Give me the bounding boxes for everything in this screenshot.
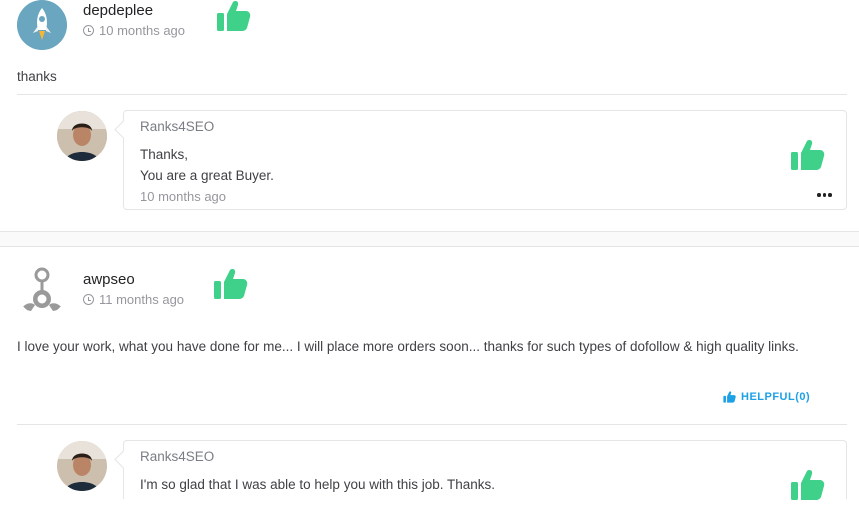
seller-reply: Ranks4SEO Thanks, You are a great Buyer.… <box>123 110 847 210</box>
reviewer-avatar[interactable] <box>17 265 67 315</box>
review-time: 11 months ago <box>83 292 184 307</box>
review-text: thanks <box>17 69 57 84</box>
seller-avatar[interactable] <box>57 111 107 161</box>
thumbs-up-icon[interactable] <box>216 0 251 37</box>
helpful-button[interactable]: HELPFUL(0) <box>723 391 810 403</box>
seller-photo <box>57 441 107 491</box>
seller-reply: Ranks4SEO I'm so glad that I was able to… <box>123 440 847 500</box>
clock-icon <box>83 25 94 36</box>
thumbs-up-icon[interactable] <box>790 469 825 506</box>
review-text: I love your work, what you have done for… <box>17 339 799 354</box>
thumbs-up-icon <box>723 391 736 403</box>
reply-text-line: I'm so glad that I was able to help you … <box>140 477 496 492</box>
reply-text-line: You are a great Buyer. <box>140 168 274 183</box>
person-placeholder-icon <box>17 265 67 315</box>
rocket-icon <box>17 0 67 50</box>
review-separator <box>0 231 859 247</box>
reviewer-username[interactable]: depdeplee <box>83 2 153 19</box>
helpful-label: HELPFUL(0) <box>741 391 811 403</box>
reviewer-avatar[interactable] <box>17 0 67 50</box>
divider <box>17 424 847 425</box>
seller-name[interactable]: Ranks4SEO <box>140 119 214 134</box>
seller-name[interactable]: Ranks4SEO <box>140 449 214 464</box>
more-options-icon[interactable] <box>817 193 832 197</box>
reviewer-username[interactable]: awpseo <box>83 271 135 288</box>
divider <box>17 94 847 95</box>
seller-avatar[interactable] <box>57 441 107 491</box>
clock-icon <box>83 294 94 305</box>
seller-photo <box>57 111 107 161</box>
review-time: 10 months ago <box>83 23 185 38</box>
reply-text-line: Thanks, <box>140 147 189 162</box>
review-time-text: 11 months ago <box>99 292 185 307</box>
review-time-text: 10 months ago <box>99 23 186 38</box>
thumbs-up-icon[interactable] <box>213 268 248 305</box>
thumbs-up-icon[interactable] <box>790 139 825 176</box>
reply-time: 10 months ago <box>140 189 227 204</box>
